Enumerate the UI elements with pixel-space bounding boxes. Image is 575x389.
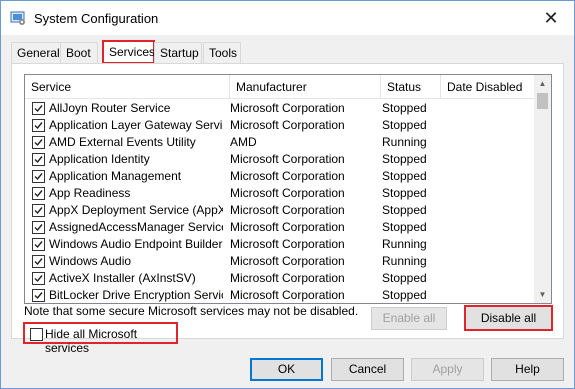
- column-header-manufacturer[interactable]: Manufacturer: [230, 75, 381, 99]
- service-checkbox[interactable]: [32, 170, 45, 183]
- service-manufacturer: Microsoft Corporation: [230, 254, 345, 268]
- service-name: ActiveX Installer (AxInstSV): [49, 271, 196, 285]
- hide-microsoft-services-checkbox[interactable]: [30, 328, 43, 341]
- service-manufacturer: Microsoft Corporation: [230, 152, 345, 166]
- service-checkbox[interactable]: [32, 102, 45, 115]
- service-manufacturer: Microsoft Corporation: [230, 288, 345, 302]
- window-title: System Configuration: [34, 11, 159, 26]
- service-manufacturer: AMD: [230, 135, 257, 149]
- service-name: AssignedAccessManager Service: [49, 220, 223, 234]
- services-rows: AllJoyn Router Service Microsoft Corporat…: [25, 100, 535, 303]
- service-checkbox[interactable]: [32, 272, 45, 285]
- column-header-service[interactable]: Service: [25, 75, 230, 99]
- service-checkbox[interactable]: [32, 187, 45, 200]
- service-checkbox[interactable]: [32, 238, 45, 251]
- service-status: Stopped: [382, 288, 427, 302]
- service-name: Application Layer Gateway Service: [49, 118, 223, 132]
- service-row[interactable]: AssignedAccessManager Service Microsoft C…: [25, 219, 535, 236]
- system-configuration-app-icon: [10, 10, 26, 26]
- service-manufacturer: Microsoft Corporation: [230, 220, 345, 234]
- column-header-date-disabled[interactable]: Date Disabled: [441, 75, 535, 99]
- title-bar: System Configuration ✕: [1, 1, 574, 35]
- service-manufacturer: Microsoft Corporation: [230, 203, 345, 217]
- service-checkbox[interactable]: [32, 255, 45, 268]
- service-status: Stopped: [382, 152, 427, 166]
- service-manufacturer: Microsoft Corporation: [230, 101, 345, 115]
- service-manufacturer: Microsoft Corporation: [230, 169, 345, 183]
- hide-microsoft-services-label: Hide all Microsoft services: [45, 327, 138, 355]
- service-row[interactable]: AMD External Events Utility AMD Running: [25, 134, 535, 151]
- close-icon: ✕: [543, 7, 559, 28]
- hide-microsoft-services-option[interactable]: Hide all Microsoft services: [23, 322, 178, 355]
- tab-boot[interactable]: Boot: [60, 42, 98, 63]
- services-tab-panel: Service Manufacturer Status Date Disable…: [11, 63, 564, 355]
- service-status: Running: [382, 254, 427, 268]
- service-checkbox[interactable]: [32, 204, 45, 217]
- service-name: AllJoyn Router Service: [49, 101, 171, 115]
- scroll-down-arrow-icon[interactable]: ▼: [534, 286, 551, 303]
- service-status: Stopped: [382, 220, 427, 234]
- tab-general[interactable]: General: [11, 42, 61, 63]
- scroll-up-arrow-icon[interactable]: ▲: [534, 75, 551, 92]
- service-checkbox[interactable]: [32, 119, 45, 132]
- service-name: Application Management: [49, 169, 182, 183]
- service-row[interactable]: Application Management Microsoft Corporat…: [25, 168, 535, 185]
- service-row[interactable]: Windows Audio Endpoint Builder Microsoft …: [25, 236, 535, 253]
- service-name: Application Identity: [49, 152, 150, 166]
- service-status: Stopped: [382, 118, 427, 132]
- apply-button[interactable]: Apply: [411, 358, 484, 381]
- service-manufacturer: Microsoft Corporation: [230, 118, 345, 132]
- service-name: BitLocker Drive Encryption Service: [49, 288, 223, 302]
- service-name: Windows Audio Endpoint Builder: [49, 237, 223, 251]
- service-row[interactable]: Application Layer Gateway Service Microso…: [25, 117, 535, 134]
- tab-services[interactable]: Services: [102, 40, 155, 64]
- services-list[interactable]: Service Manufacturer Status Date Disable…: [24, 74, 552, 304]
- service-status: Running: [382, 135, 427, 149]
- help-button[interactable]: Help: [491, 358, 564, 381]
- service-row[interactable]: Windows Audio Microsoft Corporation Runnin…: [25, 253, 535, 270]
- system-configuration-window: System Configuration ✕ General Boot Serv…: [0, 0, 575, 389]
- service-name: AMD External Events Utility: [49, 135, 196, 149]
- disable-all-button[interactable]: Disable all: [464, 305, 553, 331]
- service-name: Windows Audio: [49, 254, 132, 268]
- service-name: AppX Deployment Service (AppX...: [49, 203, 223, 217]
- service-row[interactable]: AppX Deployment Service (AppX... Microsof…: [25, 202, 535, 219]
- column-header-status[interactable]: Status: [381, 75, 441, 99]
- service-row[interactable]: ActiveX Installer (AxInstSV) Microsoft Co…: [25, 270, 535, 287]
- service-manufacturer: Microsoft Corporation: [230, 271, 345, 285]
- service-row[interactable]: BitLocker Drive Encryption Service Micros…: [25, 287, 535, 303]
- tab-startup[interactable]: Startup: [154, 42, 202, 63]
- service-status: Running: [382, 237, 427, 251]
- service-row[interactable]: App Readiness Microsoft Corporation Stoppe…: [25, 185, 535, 202]
- secure-services-note: Note that some secure Microsoft services…: [24, 304, 359, 318]
- service-status: Stopped: [382, 169, 427, 183]
- cancel-button[interactable]: Cancel: [331, 358, 404, 381]
- service-row[interactable]: Application Identity Microsoft Corporatio…: [25, 151, 535, 168]
- service-status: Stopped: [382, 186, 427, 200]
- scrollbar-thumb[interactable]: [537, 93, 548, 109]
- services-list-header: Service Manufacturer Status Date Disable…: [25, 75, 535, 99]
- service-status: Stopped: [382, 271, 427, 285]
- vertical-scrollbar[interactable]: ▲ ▼: [534, 75, 551, 303]
- ok-button[interactable]: OK: [250, 358, 323, 381]
- service-checkbox[interactable]: [32, 289, 45, 302]
- service-checkbox[interactable]: [32, 221, 45, 234]
- service-manufacturer: Microsoft Corporation: [230, 237, 345, 251]
- service-row[interactable]: AllJoyn Router Service Microsoft Corporat…: [25, 100, 535, 117]
- service-manufacturer: Microsoft Corporation: [230, 186, 345, 200]
- service-status: Stopped: [382, 203, 427, 217]
- tab-tools[interactable]: Tools: [203, 42, 241, 63]
- service-name: App Readiness: [49, 186, 131, 200]
- enable-all-button[interactable]: Enable all: [371, 307, 447, 330]
- close-button[interactable]: ✕: [528, 1, 574, 35]
- service-status: Stopped: [382, 101, 427, 115]
- service-checkbox[interactable]: [32, 153, 45, 166]
- service-checkbox[interactable]: [32, 136, 45, 149]
